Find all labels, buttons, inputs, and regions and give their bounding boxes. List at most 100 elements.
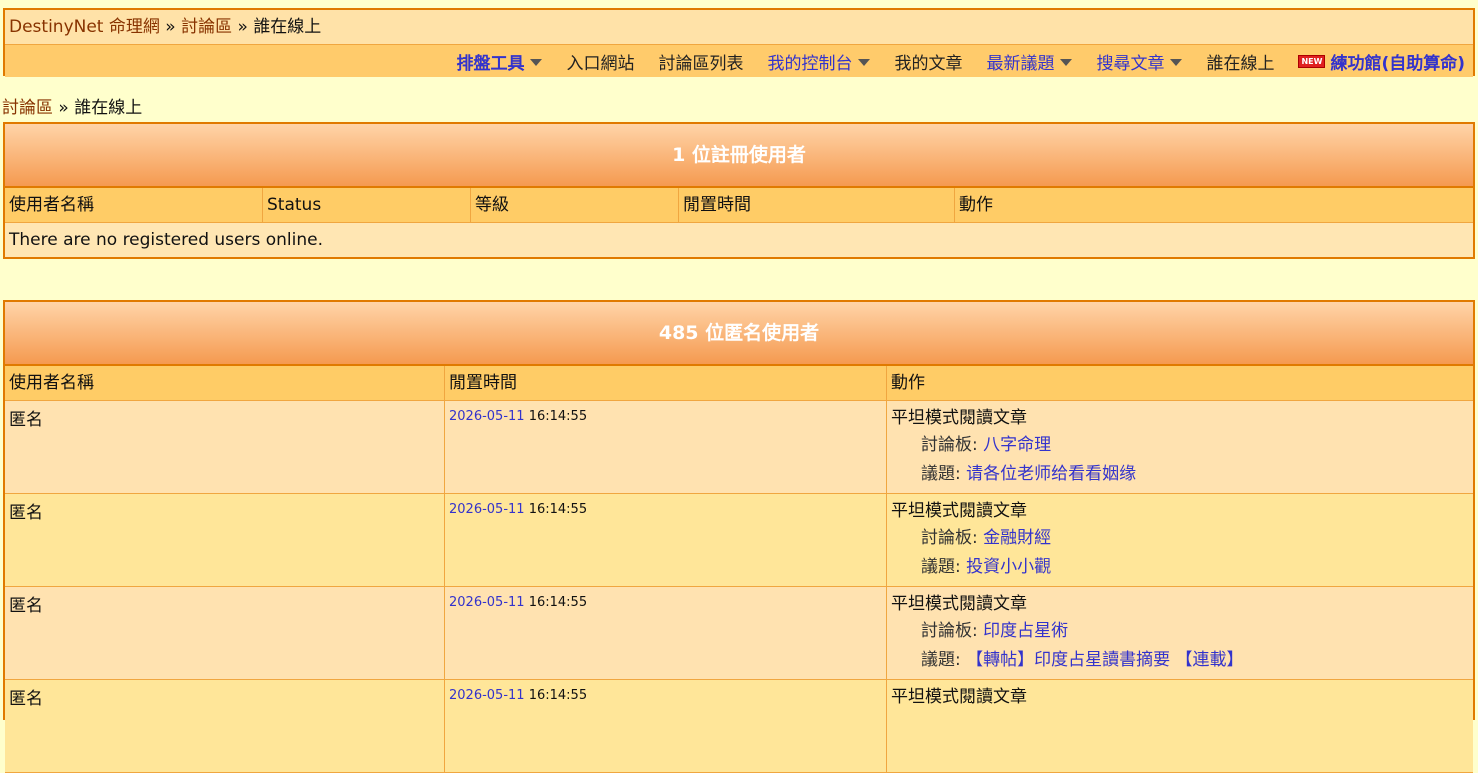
board-link[interactable]: 八字命理: [983, 435, 1051, 455]
breadcrumb-separator: »: [53, 98, 75, 118]
username-cell: 匿名: [5, 587, 445, 679]
menu-item-4[interactable]: 我的文章: [894, 49, 962, 74]
dropdown-caret-icon: [858, 59, 871, 66]
table-row: 匿名 2026-05-11 16:14:55 平坦模式閱讀文章 討論板: 印度占星術議…: [5, 587, 1473, 680]
idle-time-cell: 2026-05-11 16:14:55: [445, 587, 887, 679]
idle-time: 16:14:55: [528, 409, 588, 424]
menu-item-7[interactable]: 誰在線上: [1206, 49, 1274, 74]
menu-item-2[interactable]: 討論區列表: [658, 49, 743, 74]
action-cell: 平坦模式閱讀文章 討論板: 印度占星術 議題: 【轉帖】印度占星讀書摘要 【連載】: [887, 587, 1473, 679]
table-row: 匿名 2026-05-11 16:14:55 平坦模式閱讀文章 討論板: 金融財經 議題…: [5, 494, 1473, 587]
menu-item-label: 我的文章: [894, 53, 963, 74]
breadcrumb-forum-link[interactable]: 討論區: [181, 17, 232, 37]
menu-item-label: 排盤工具: [456, 53, 525, 74]
menu-item-label: 搜尋文章: [1096, 53, 1165, 74]
registered-table-header: 使用者名稱 Status 等級 閒置時間 動作: [5, 188, 1473, 223]
breadcrumb-home-link[interactable]: DestinyNet 命理網: [9, 17, 160, 37]
username-cell: 匿名: [5, 494, 445, 586]
username: 匿名: [9, 410, 43, 430]
top-navigation-bar: DestinyNet 命理網 » 討論區 » 誰在線上 排盤工具 入口網站 討論區列…: [3, 8, 1475, 77]
breadcrumb-separator: »: [159, 17, 182, 37]
menu-item-label: 練功館(自助算命): [1330, 53, 1465, 74]
anonymous-users-heading: 485 位匿名使用者: [5, 302, 1473, 366]
menu-item-label: 我的控制台: [767, 53, 853, 74]
column-username[interactable]: 使用者名稱: [5, 188, 263, 222]
username: 匿名: [9, 689, 43, 709]
dropdown-caret-icon: [1170, 59, 1183, 66]
username-cell: 匿名: [5, 680, 445, 772]
board-line: 討論板: 金融財經: [891, 524, 1469, 553]
idle-time: 16:14:55: [528, 688, 588, 703]
username: 匿名: [9, 503, 43, 523]
menu-item-label: 討論區列表: [658, 53, 744, 74]
column-idle-time[interactable]: 閒置時間: [445, 366, 887, 400]
page-breadcrumb: 討論區 » 誰在線上: [2, 96, 142, 120]
forum-link[interactable]: 討論區: [2, 98, 53, 118]
menu-item-label: 入口網站: [566, 53, 635, 74]
table-row: 匿名 2026-05-11 16:14:55 平坦模式閱讀文章: [5, 680, 1473, 773]
idle-date: 2026-05-11: [449, 688, 525, 703]
action-cell: 平坦模式閱讀文章 討論板: 金融財經 議題: 投資小小觀: [887, 494, 1473, 586]
menu-item-0[interactable]: 排盤工具: [456, 49, 543, 74]
topic-label: 議題:: [921, 557, 967, 577]
board-line: 討論板: 八字命理: [891, 431, 1469, 460]
action-cell: 平坦模式閱讀文章 討論板: 八字命理 議題: 请各位老师给看看姻缘: [887, 401, 1473, 493]
menu-item-3[interactable]: 我的控制台: [767, 49, 871, 74]
board-line: 討論板: 印度占星術: [891, 617, 1469, 646]
topic-line: 議題: 请各位老师给看看姻缘: [891, 460, 1469, 489]
page-title: 誰在線上: [74, 98, 143, 118]
column-idle-time[interactable]: 閒置時間: [679, 188, 955, 222]
idle-time: 16:14:55: [528, 502, 588, 517]
topic-link[interactable]: 【轉帖】印度占星讀書摘要 【連載】: [966, 650, 1243, 670]
username-cell: 匿名: [5, 401, 445, 493]
menu-item-6[interactable]: 搜尋文章: [1096, 49, 1183, 74]
idle-date: 2026-05-11: [449, 595, 525, 610]
registered-users-panel: 1 位註冊使用者 使用者名稱 Status 等級 閒置時間 動作 There a…: [3, 122, 1475, 259]
menu-item-5[interactable]: 最新議題: [986, 49, 1073, 74]
idle-time: 16:14:55: [528, 595, 588, 610]
menu-item-1[interactable]: 入口網站: [566, 49, 634, 74]
action-text: 平坦模式閱讀文章: [891, 501, 1027, 521]
board-label: 討論板:: [921, 621, 984, 641]
empty-message: There are no registered users online.: [5, 223, 1473, 257]
column-action[interactable]: 動作: [887, 366, 1473, 400]
topic-link[interactable]: 投資小小觀: [966, 557, 1051, 577]
breadcrumb-separator: »: [232, 17, 254, 37]
idle-time-cell: 2026-05-11 16:14:55: [445, 401, 887, 493]
column-action[interactable]: 動作: [955, 188, 1473, 222]
column-rank[interactable]: 等級: [471, 188, 679, 222]
idle-date: 2026-05-11: [449, 502, 525, 517]
topic-line: 議題: 【轉帖】印度占星讀書摘要 【連載】: [891, 646, 1469, 675]
new-badge-icon: NEW: [1298, 54, 1326, 68]
table-row: 匿名 2026-05-11 16:14:55 平坦模式閱讀文章 討論板: 八字命理 議題…: [5, 401, 1473, 494]
board-link[interactable]: 金融財經: [983, 528, 1051, 548]
board-label: 討論板:: [921, 528, 984, 548]
action-text: 平坦模式閱讀文章: [891, 408, 1027, 428]
dropdown-caret-icon: [530, 59, 543, 66]
idle-time-cell: 2026-05-11 16:14:55: [445, 494, 887, 586]
anonymous-users-list: 匿名 2026-05-11 16:14:55 平坦模式閱讀文章 討論板: 八字命理 議題…: [5, 401, 1473, 773]
menu-item-label: 最新議題: [986, 53, 1055, 74]
anonymous-users-panel: 485 位匿名使用者 使用者名稱 閒置時間 動作 匿名 2026-05-11 16…: [3, 300, 1475, 773]
topic-label: 議題:: [921, 464, 967, 484]
idle-time-cell: 2026-05-11 16:14:55: [445, 680, 887, 772]
idle-date: 2026-05-11: [449, 409, 525, 424]
action-text: 平坦模式閱讀文章: [891, 594, 1027, 614]
menu-item-8[interactable]: NEW 練功館(自助算命): [1298, 49, 1465, 74]
anonymous-table-header: 使用者名稱 閒置時間 動作: [5, 366, 1473, 401]
breadcrumb-current: 誰在線上: [253, 17, 322, 37]
breadcrumb: DestinyNet 命理網 » 討論區 » 誰在線上: [5, 10, 1473, 45]
column-username[interactable]: 使用者名稱: [5, 366, 445, 400]
topic-line: 議題: 投資小小觀: [891, 553, 1469, 582]
dropdown-caret-icon: [1060, 59, 1073, 66]
registered-users-heading: 1 位註冊使用者: [5, 124, 1473, 188]
topic-link[interactable]: 请各位老师给看看姻缘: [966, 464, 1136, 484]
action-text: 平坦模式閱讀文章: [891, 687, 1027, 707]
action-cell: 平坦模式閱讀文章: [887, 680, 1473, 772]
main-menu: 排盤工具 入口網站 討論區列表 我的控制台 我的文章 最新議題 搜尋文章 誰在線上 NEW 練功館…: [5, 45, 1473, 77]
topic-label: 議題:: [921, 650, 967, 670]
menu-item-label: 誰在線上: [1206, 53, 1275, 74]
board-link[interactable]: 印度占星術: [983, 621, 1068, 641]
column-status[interactable]: Status: [263, 188, 471, 222]
username: 匿名: [9, 596, 43, 616]
